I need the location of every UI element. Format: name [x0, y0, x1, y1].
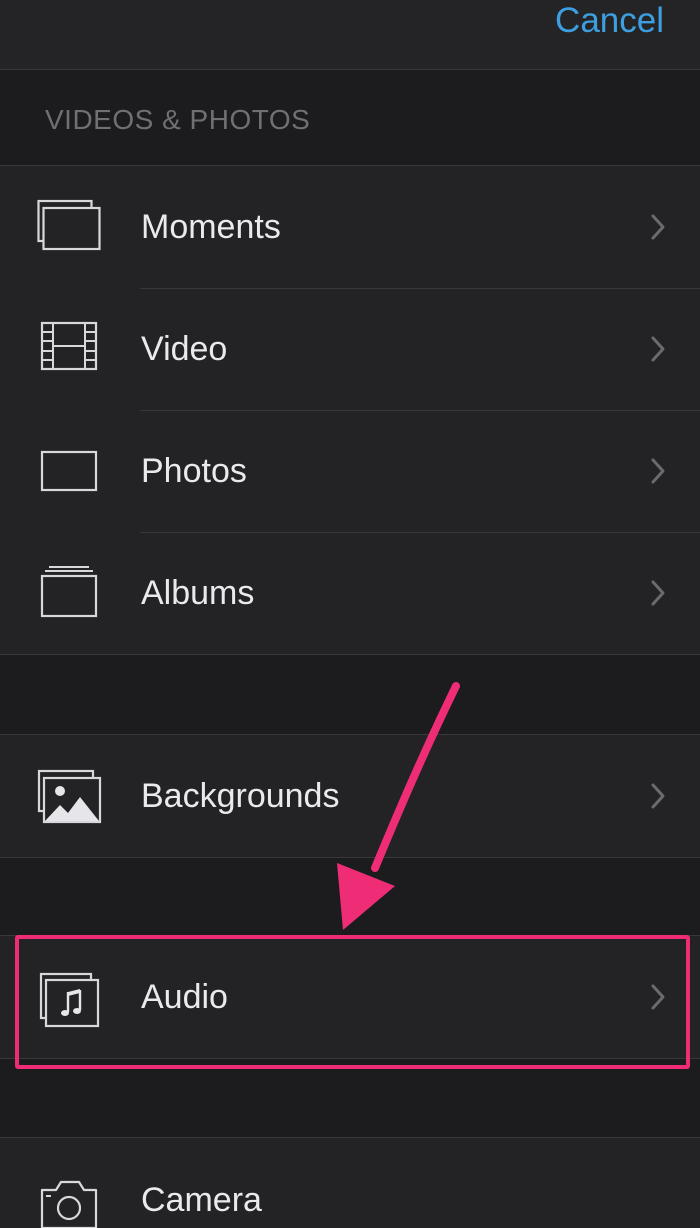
row-label: Video: [141, 330, 228, 368]
chevron-right-icon: [650, 213, 666, 241]
moments-icon: [36, 198, 102, 258]
row-label: Audio: [141, 978, 228, 1016]
audio-group: Audio: [0, 935, 700, 1059]
row-label: Moments: [141, 208, 281, 246]
landscape-image-icon: [36, 767, 102, 827]
row-video[interactable]: Video: [0, 288, 700, 410]
section-header-videos-photos: VIDEOS & PHOTOS: [45, 104, 311, 135]
row-backgrounds[interactable]: Backgrounds: [0, 735, 700, 857]
backgrounds-group: Backgrounds: [0, 734, 700, 858]
chevron-right-icon: [650, 782, 666, 810]
camera-icon: [36, 1176, 102, 1228]
chevron-right-icon: [650, 335, 666, 363]
row-label: Photos: [141, 452, 247, 490]
music-note-icon: [36, 968, 102, 1028]
film-icon: [36, 320, 102, 380]
row-photos[interactable]: Photos: [0, 410, 700, 532]
photo-frame-icon: [36, 442, 102, 502]
row-moments[interactable]: Moments: [0, 166, 700, 288]
row-label: Albums: [141, 574, 255, 612]
row-audio[interactable]: Audio: [0, 936, 700, 1058]
chevron-right-icon: [650, 579, 666, 607]
chevron-right-icon: [650, 457, 666, 485]
chevron-right-icon: [650, 983, 666, 1011]
navigation-bar: Cancel: [0, 0, 700, 70]
row-label: Backgrounds: [141, 777, 340, 815]
camera-group: Camera: [0, 1137, 700, 1228]
albums-icon: [36, 564, 102, 624]
cancel-button[interactable]: Cancel: [555, 0, 664, 42]
videos-photos-group: Moments Video Photos Albums: [0, 165, 700, 655]
row-albums[interactable]: Albums: [0, 532, 700, 654]
